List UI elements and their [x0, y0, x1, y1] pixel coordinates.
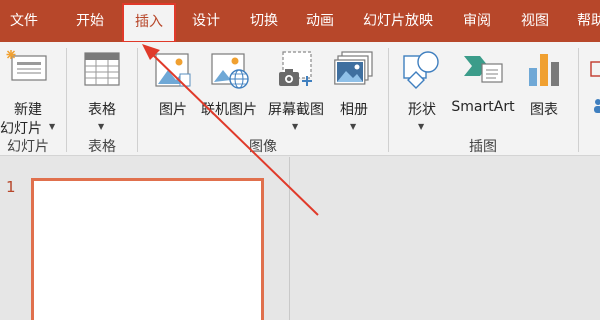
chevron-down-icon: ▼	[49, 122, 56, 131]
table-label: 表格	[88, 102, 116, 118]
screenshot-label: 屏幕截图	[268, 102, 324, 118]
chevron-down-icon: ▼	[98, 122, 105, 131]
shapes-button[interactable]: 形状 ▼	[398, 50, 446, 134]
ribbon-tab-bar: 文件 开始 插入 设计 切换 动画 幻灯片放映 审阅 视图 帮助	[0, 0, 600, 42]
tab-transitions[interactable]: 切换	[238, 0, 290, 42]
table-icon	[84, 52, 120, 90]
picture-icon	[154, 50, 192, 94]
group-label-illustrations: 插图	[469, 139, 497, 155]
ribbon-panel: 新建 幻灯片 ▼ 幻灯片 表格 ▼ 表格 图片 联机图片 屏幕截图 ▼ 相册 ▼…	[0, 42, 600, 156]
chevron-down-icon: ▼	[350, 122, 357, 131]
insert-tab-highlight-box	[122, 3, 176, 43]
new-slide-icon	[6, 50, 48, 90]
group-separator	[578, 48, 579, 152]
tab-animations[interactable]: 动画	[296, 0, 344, 42]
tab-view[interactable]: 视图	[510, 0, 560, 42]
group-label-tables: 表格	[88, 139, 116, 155]
chevron-down-icon: ▼	[292, 122, 299, 131]
group-separator	[66, 48, 67, 152]
chart-icon	[527, 50, 563, 94]
chart-button[interactable]: 图表	[521, 50, 567, 122]
people-icon[interactable]	[592, 98, 600, 118]
photo-album-button[interactable]: 相册 ▼	[332, 50, 376, 134]
screenshot-button[interactable]: 屏幕截图 ▼	[263, 50, 329, 134]
slide-thumbnail[interactable]	[31, 178, 264, 320]
smartart-label: SmartArt	[451, 99, 515, 115]
online-picture-button[interactable]: 联机图片	[198, 50, 260, 122]
photo-album-label: 相册	[340, 102, 368, 118]
group-separator	[388, 48, 389, 152]
table-button[interactable]: 表格 ▼	[78, 50, 126, 134]
tab-home[interactable]: 开始	[62, 0, 118, 42]
group-label-slides: 幻灯片	[7, 139, 49, 155]
new-slide-label-line1: 新建	[14, 102, 42, 118]
screenshot-icon	[277, 50, 317, 94]
picture-label: 图片	[159, 102, 187, 118]
online-picture-label: 联机图片	[201, 102, 257, 118]
new-slide-label-line2: 幻灯片	[0, 121, 42, 137]
shapes-icon	[402, 50, 442, 94]
shapes-label: 形状	[408, 102, 436, 118]
smartart-icon	[462, 50, 504, 94]
tab-help[interactable]: 帮助	[570, 0, 600, 42]
online-picture-icon	[210, 50, 250, 94]
photo-album-icon	[334, 50, 374, 94]
picture-button[interactable]: 图片	[150, 50, 196, 122]
tab-design[interactable]: 设计	[180, 0, 232, 42]
group-label-images: 图像	[249, 139, 277, 155]
tab-review[interactable]: 审阅	[452, 0, 502, 42]
slide-editor-area[interactable]	[291, 157, 600, 320]
tab-file[interactable]: 文件	[0, 0, 48, 42]
tab-slideshow[interactable]: 幻灯片放映	[352, 0, 444, 42]
group-separator	[137, 48, 138, 152]
chevron-down-icon: ▼	[418, 122, 425, 131]
chart-label: 图表	[530, 102, 558, 118]
addins-icon[interactable]	[590, 60, 600, 84]
slide-number: 1	[6, 178, 16, 196]
new-slide-button[interactable]: 新建 幻灯片 ▼	[0, 50, 56, 137]
smartart-button[interactable]: SmartArt	[448, 50, 518, 122]
